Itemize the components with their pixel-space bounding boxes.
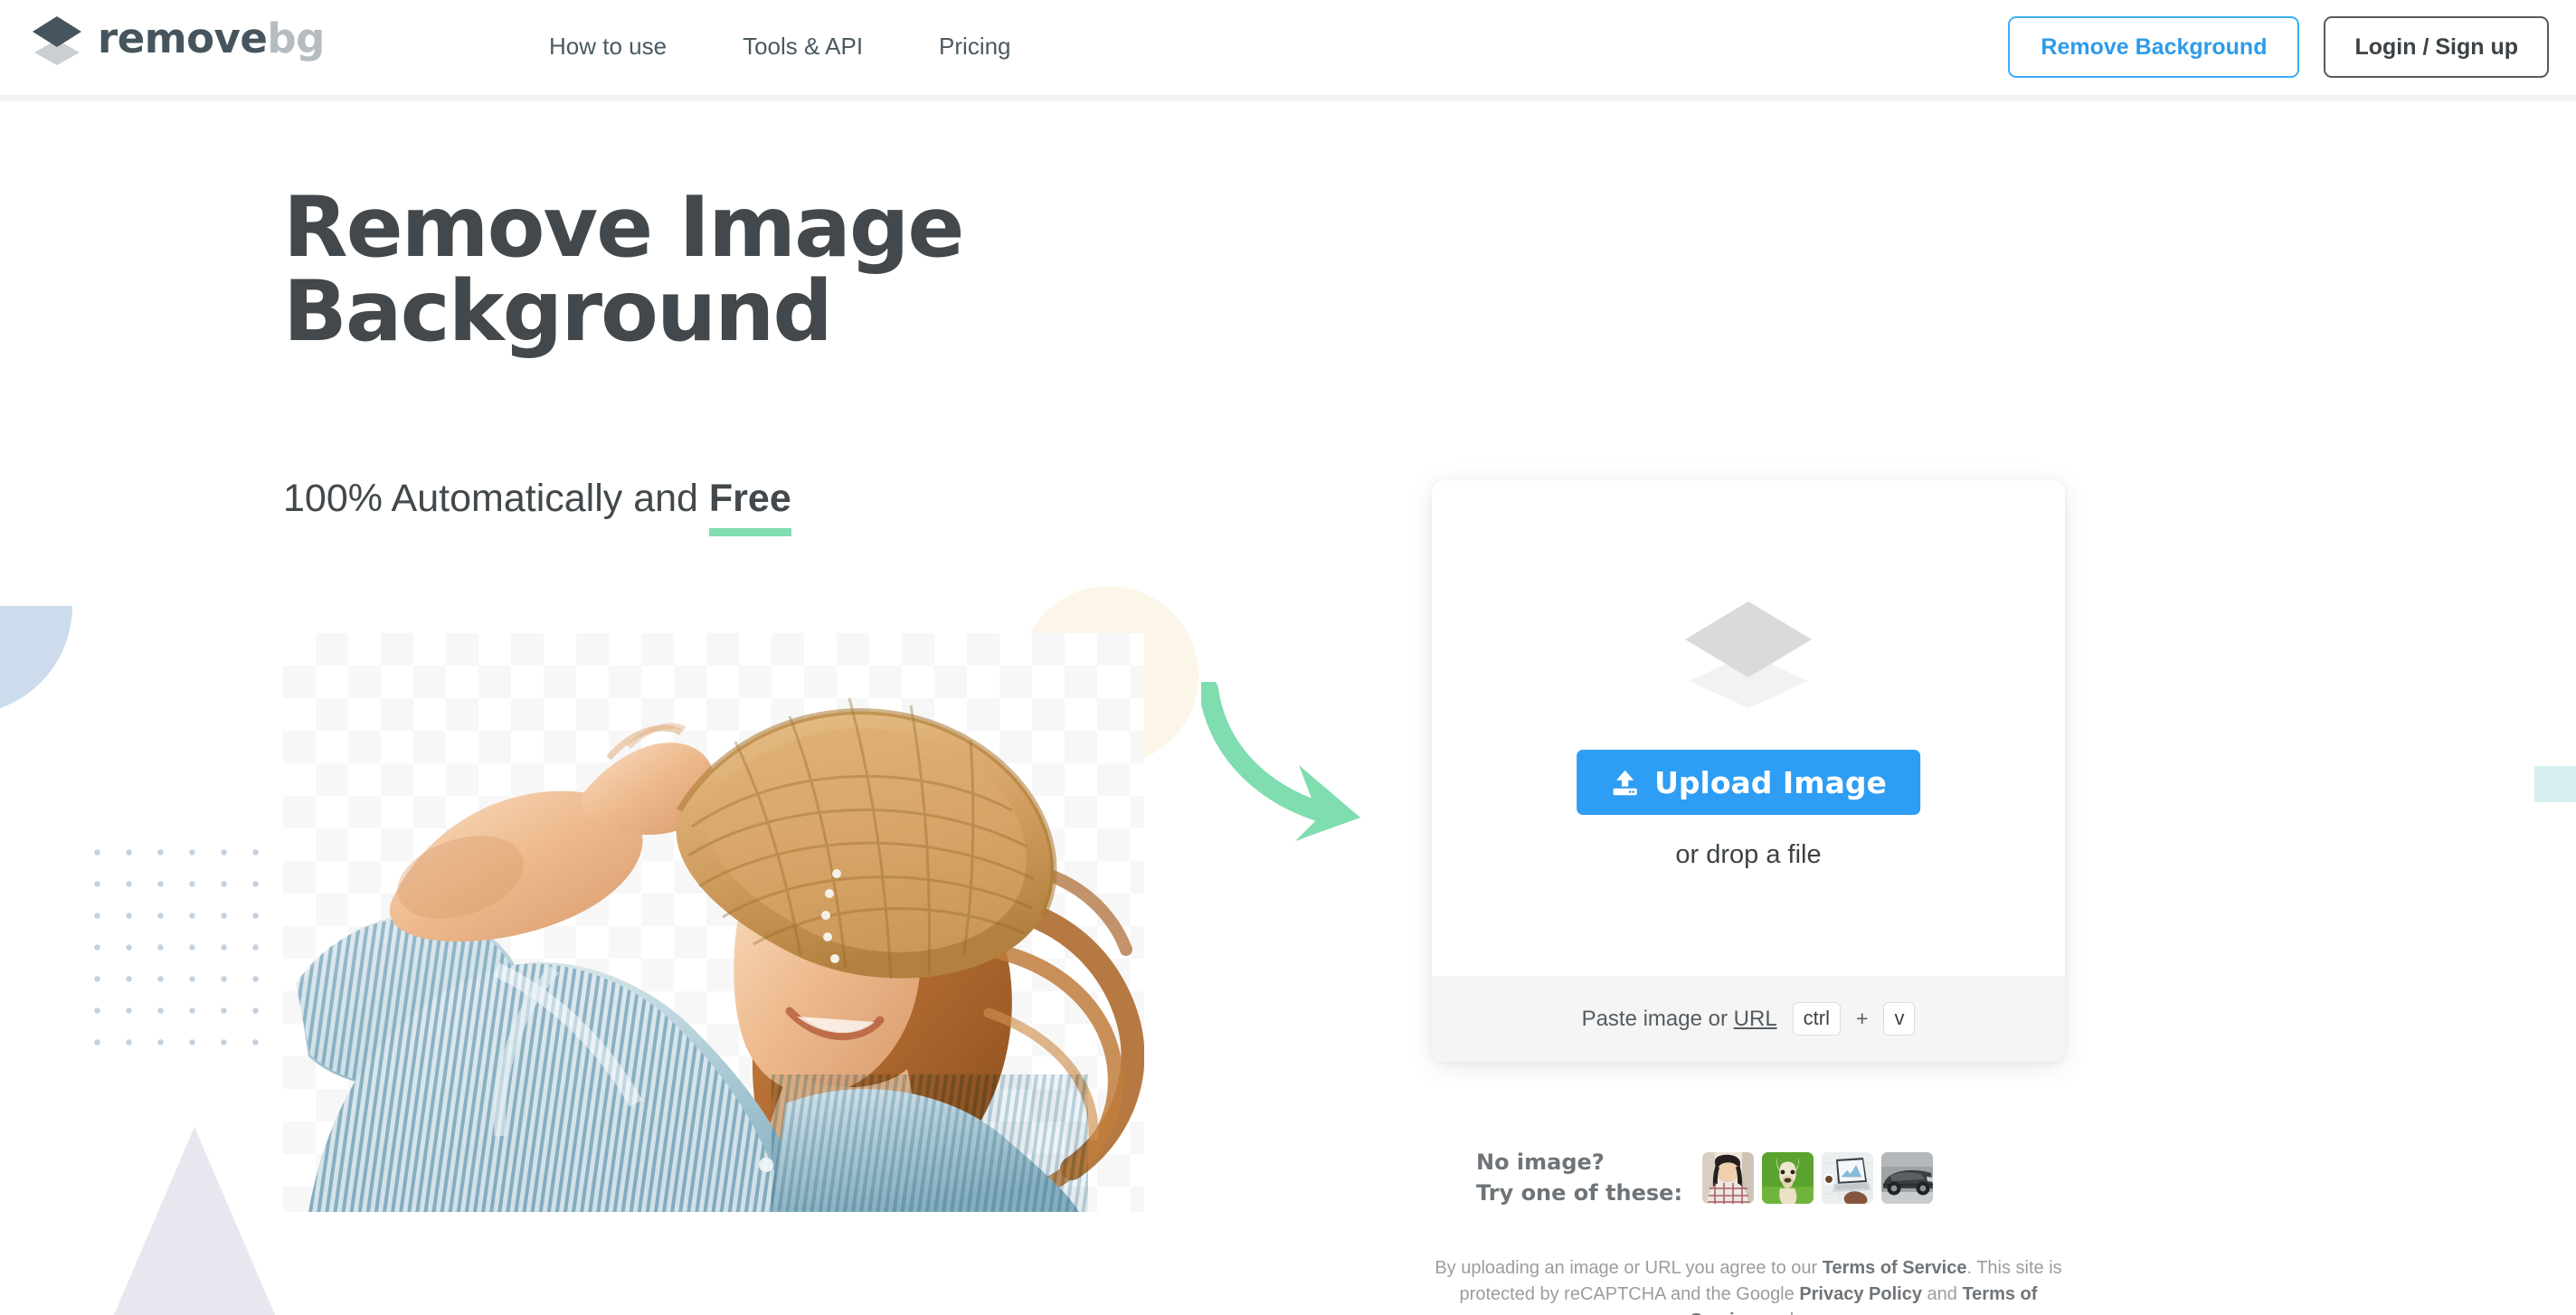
sample-label-line-1: No image?: [1476, 1149, 1605, 1175]
key-v: v: [1883, 1001, 1916, 1036]
page-title-line-2: Background: [283, 262, 833, 360]
header-actions: Remove Background Login / Sign up: [2008, 16, 2549, 78]
logo-text-dark: remove: [98, 14, 268, 62]
key-ctrl: ctrl: [1792, 1001, 1841, 1036]
layers-stack-icon: [33, 16, 81, 65]
site-logo[interactable]: removebg: [27, 13, 325, 69]
logo-wordmark: removebg: [98, 18, 325, 64]
paste-hint-prefix: Paste image or: [1581, 1006, 1734, 1031]
legal-part-1: By uploading an image or URL you agree t…: [1435, 1258, 1823, 1278]
login-signup-button[interactable]: Login / Sign up: [2324, 16, 2549, 78]
site-header: removebg How to use Tools & API Pricing …: [0, 0, 2576, 95]
paste-url-link[interactable]: URL: [1734, 1007, 1777, 1031]
subtitle-prefix: 100% Automatically and: [283, 477, 709, 520]
legal-part-4: apply.: [1755, 1310, 1806, 1315]
upload-card[interactable]: Upload Image or drop a file Paste image …: [1432, 480, 2065, 1062]
remove-background-button[interactable]: Remove Background: [2008, 16, 2300, 78]
legal-part-3: and: [1921, 1284, 1963, 1304]
sample-thumbnail-list: [1702, 1151, 1934, 1204]
layers-stack-icon: [1685, 601, 1812, 708]
sample-thumbnail-car[interactable]: [1881, 1151, 1934, 1204]
subtitle-highlight-free: Free: [708, 477, 791, 536]
page-title: Remove Image Background: [283, 185, 1278, 354]
upload-icon: [1613, 770, 1637, 795]
paste-hint-text: Paste image or URL: [1582, 1007, 1777, 1032]
nav-link-tools-api[interactable]: Tools & API: [705, 33, 901, 61]
legal-terms-of-service-link-1[interactable]: Terms of Service: [1823, 1258, 1967, 1278]
sample-images-label: No image? Try one of these:: [1476, 1147, 1682, 1208]
upload-dropzone[interactable]: Upload Image or drop a file: [1432, 480, 2065, 976]
legal-disclaimer: By uploading an image or URL you agree t…: [1432, 1255, 2065, 1315]
nav-link-pricing[interactable]: Pricing: [901, 33, 1048, 61]
decorative-edge-rectangle: [2534, 766, 2576, 802]
upload-image-button-label: Upload Image: [1654, 764, 1887, 800]
key-plus: +: [1856, 1007, 1869, 1030]
logo-text-light: bg: [267, 14, 325, 62]
decorative-dot-grid: [81, 837, 289, 1054]
hero-photo-illustration: [296, 697, 1144, 1212]
decorative-triangle: [113, 1127, 276, 1315]
sample-thumbnail-woman[interactable]: [1702, 1151, 1755, 1204]
hero-photo: [283, 633, 1144, 1212]
paste-hint-bar: Paste image or URL ctrl + v: [1432, 976, 2065, 1062]
page-title-line-1: Remove Image: [283, 178, 964, 276]
sample-thumbnail-laptop[interactable]: [1822, 1151, 1874, 1204]
sample-label-line-2: Try one of these:: [1476, 1180, 1683, 1206]
sample-images-section: No image? Try one of these:: [1476, 1147, 1934, 1208]
nav-link-how-to-use[interactable]: How to use: [511, 33, 705, 61]
upload-image-button[interactable]: Upload Image: [1577, 750, 1920, 815]
curved-arrow-icon: [1201, 682, 1360, 841]
legal-privacy-policy-link[interactable]: Privacy Policy: [1799, 1284, 1922, 1304]
drop-a-file-text: or drop a file: [1675, 840, 1822, 869]
main-navigation: How to use Tools & API Pricing: [511, 33, 1049, 61]
sample-thumbnail-alpaca[interactable]: [1762, 1151, 1814, 1204]
page-subtitle: 100% Automatically and Free: [283, 477, 791, 536]
